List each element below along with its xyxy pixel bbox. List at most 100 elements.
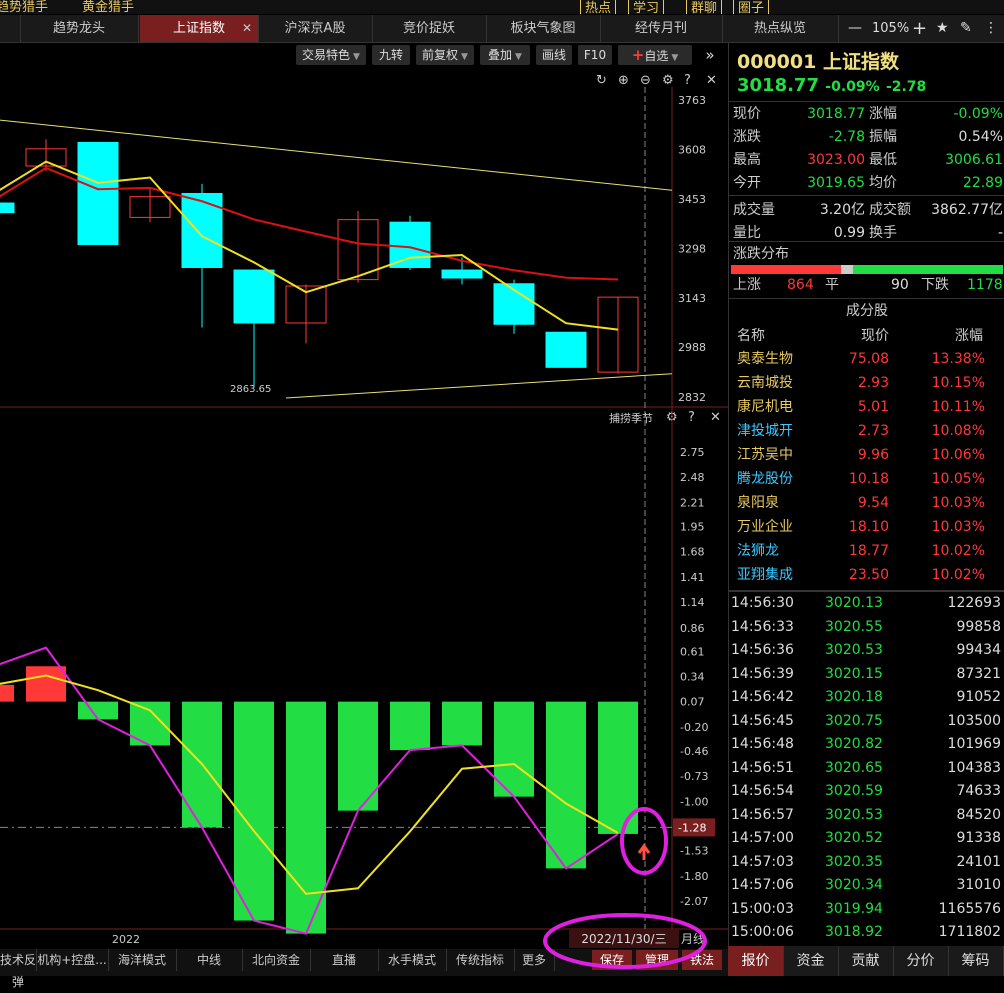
formula-tab-sailor[interactable]: 水手模式 xyxy=(378,949,447,971)
gear-icon[interactable]: ⚙ xyxy=(662,73,674,88)
draw-line-button[interactable]: 画线 xyxy=(536,45,572,65)
down-bar xyxy=(853,265,1003,274)
formula-tab-institution[interactable]: 机构+控盘... xyxy=(36,949,109,971)
stat-value-zuidi: 3006.61 xyxy=(945,152,1003,168)
app-name-1[interactable]: 趋势猎手 xyxy=(0,0,48,14)
formula-tab-rebound[interactable]: 技术反弹 xyxy=(0,949,37,989)
tab-chips[interactable]: 筹码 xyxy=(948,946,1004,976)
circle-button[interactable]: 圈子 xyxy=(733,0,770,14)
tick-volume: 99858 xyxy=(956,618,1001,635)
f10-button[interactable]: F10 xyxy=(578,45,612,65)
stat-value-xianjia: 3018.77 xyxy=(807,106,865,122)
formula-tab-traditional[interactable]: 传统指标 xyxy=(446,949,515,971)
tick-volume: 99434 xyxy=(956,642,1001,658)
price-tick-label: 3453 xyxy=(678,193,706,206)
learn-button[interactable]: 学习 xyxy=(628,0,665,14)
close-icon[interactable]: ✕ xyxy=(710,410,721,425)
stat-label-junjia: 均价 xyxy=(869,175,897,191)
nine-turn-button[interactable]: 九转 xyxy=(372,45,410,65)
star-icon[interactable]: ★ xyxy=(936,15,949,42)
highlight-ellipse xyxy=(543,913,707,969)
tick-volume: 24101 xyxy=(956,853,1001,870)
components-title: 成分股 xyxy=(846,303,888,319)
help-icon[interactable]: ? xyxy=(684,73,691,88)
stat-value-zhenfu: 0.54% xyxy=(958,129,1003,145)
tab-sector-weather[interactable]: 板块气象图 xyxy=(486,15,601,42)
zoom-out-icon[interactable]: ⊖ xyxy=(640,73,651,88)
tick-price: 3020.35 xyxy=(825,853,883,870)
app-name-2[interactable]: 黄金猎手 xyxy=(82,0,134,14)
chevron-down-icon: ▼ xyxy=(353,52,360,62)
tab-price-dist[interactable]: 分价 xyxy=(893,946,949,976)
help-icon[interactable]: ? xyxy=(688,410,695,425)
col-pct[interactable]: 涨幅 xyxy=(955,325,983,348)
adjust-dropdown[interactable]: 前复权 ▼ xyxy=(416,45,474,65)
zoom-in-icon[interactable]: + xyxy=(912,15,927,42)
tick-price: 3019.94 xyxy=(825,900,883,917)
more-icon[interactable]: ⋮ xyxy=(984,15,998,42)
trade-feature-dropdown[interactable]: 交易特色 ▼ xyxy=(296,45,366,65)
stock-header: 000001 上证指数 xyxy=(737,47,899,74)
tab-scroll-left[interactable] xyxy=(0,15,21,42)
component-price: 9.54 xyxy=(857,495,889,511)
indicator-tick-label: 0.86 xyxy=(680,622,705,635)
tick-price: 3020.15 xyxy=(825,665,883,682)
hot-button[interactable]: 热点 xyxy=(580,0,617,14)
component-name: 康尼机电 xyxy=(737,399,793,415)
component-price: 75.08 xyxy=(848,351,889,367)
close-icon[interactable]: ✕ xyxy=(242,15,252,42)
tab-funds[interactable]: 资金 xyxy=(783,946,839,976)
tab-monthly[interactable]: 经传月刊 xyxy=(600,15,723,42)
tab-auction[interactable]: 竞价捉妖 xyxy=(372,15,487,42)
watchlist-dropdown[interactable]: +自选 ▼ xyxy=(618,45,692,65)
overlay-dropdown[interactable]: 叠加 ▼ xyxy=(480,45,530,65)
price-tick-label: 2988 xyxy=(678,341,706,354)
component-name: 津投城开 xyxy=(737,423,793,439)
indicator-tick-label: -0.20 xyxy=(680,721,708,734)
tick-price: 3020.82 xyxy=(825,736,883,752)
formula-tab-midline[interactable]: 中线 xyxy=(176,949,243,971)
col-price[interactable]: 现价 xyxy=(861,325,889,348)
price-tick-label: 3143 xyxy=(678,292,706,305)
edit-icon[interactable]: ✎ xyxy=(960,15,972,42)
stat-value-chengjiaoliang: 3.20亿 xyxy=(819,202,865,218)
formula-tab-ocean[interactable]: 海洋模式 xyxy=(108,949,177,971)
indicator-title: 捕捞季节 xyxy=(609,412,653,425)
tab-trend-leader[interactable]: 趋势龙头 xyxy=(20,15,139,42)
component-price: 2.73 xyxy=(857,423,889,439)
tab-quote[interactable]: 报价 xyxy=(728,946,784,976)
formula-tab-northbound[interactable]: 北向资金 xyxy=(242,949,311,971)
zoom-out-icon[interactable]: — xyxy=(848,15,862,42)
chevron-down-icon: ▼ xyxy=(461,52,468,62)
chat-button[interactable]: 群聊 xyxy=(686,0,723,14)
formula-tab-live[interactable]: 直播 xyxy=(310,949,379,971)
tab-bar: 趋势龙头 上证指数 ✕ 沪深京A股 竞价捉妖 板块气象图 经传月刊 热点纵览 —… xyxy=(0,15,1004,43)
col-name[interactable]: 名称 xyxy=(737,325,765,348)
tab-sh-index[interactable]: 上证指数 ✕ xyxy=(140,15,259,42)
component-price: 18.10 xyxy=(848,519,889,535)
component-name: 法狮龙 xyxy=(737,543,779,559)
tab-contribution[interactable]: 贡献 xyxy=(838,946,894,976)
expand-icon[interactable]: » xyxy=(698,45,722,65)
tab-hot-overview[interactable]: 热点纵览 xyxy=(722,15,839,42)
indicator-tick-label: 2.48 xyxy=(680,471,705,484)
tab-sh-index-label: 上证指数 xyxy=(172,21,225,36)
tick-time: 14:57:00 xyxy=(731,830,794,846)
adjust-label: 前复权 xyxy=(422,48,459,62)
year-label: 2022 xyxy=(112,933,140,946)
tick-price: 3020.59 xyxy=(825,783,883,799)
tick-time: 14:56:48 xyxy=(731,736,794,752)
right-tabs: 报价 资金 贡献 分价 筹码 xyxy=(728,946,1004,976)
tick-price: 3020.18 xyxy=(825,689,883,705)
down-label: 下跌 xyxy=(921,277,949,293)
component-name: 万业企业 xyxy=(737,519,793,535)
close-icon[interactable]: ✕ xyxy=(706,73,717,88)
tab-a-shares[interactable]: 沪深京A股 xyxy=(258,15,373,42)
indicator-bar xyxy=(0,684,14,702)
zoom-level: 105% xyxy=(872,21,910,36)
watchlist-label: 自选 xyxy=(644,49,669,63)
zoom-in-icon[interactable]: ⊕ xyxy=(618,73,629,88)
refresh-icon[interactable]: ↻ xyxy=(596,73,607,88)
highlight-circle xyxy=(620,807,668,875)
flat-count: 90 xyxy=(891,277,909,293)
